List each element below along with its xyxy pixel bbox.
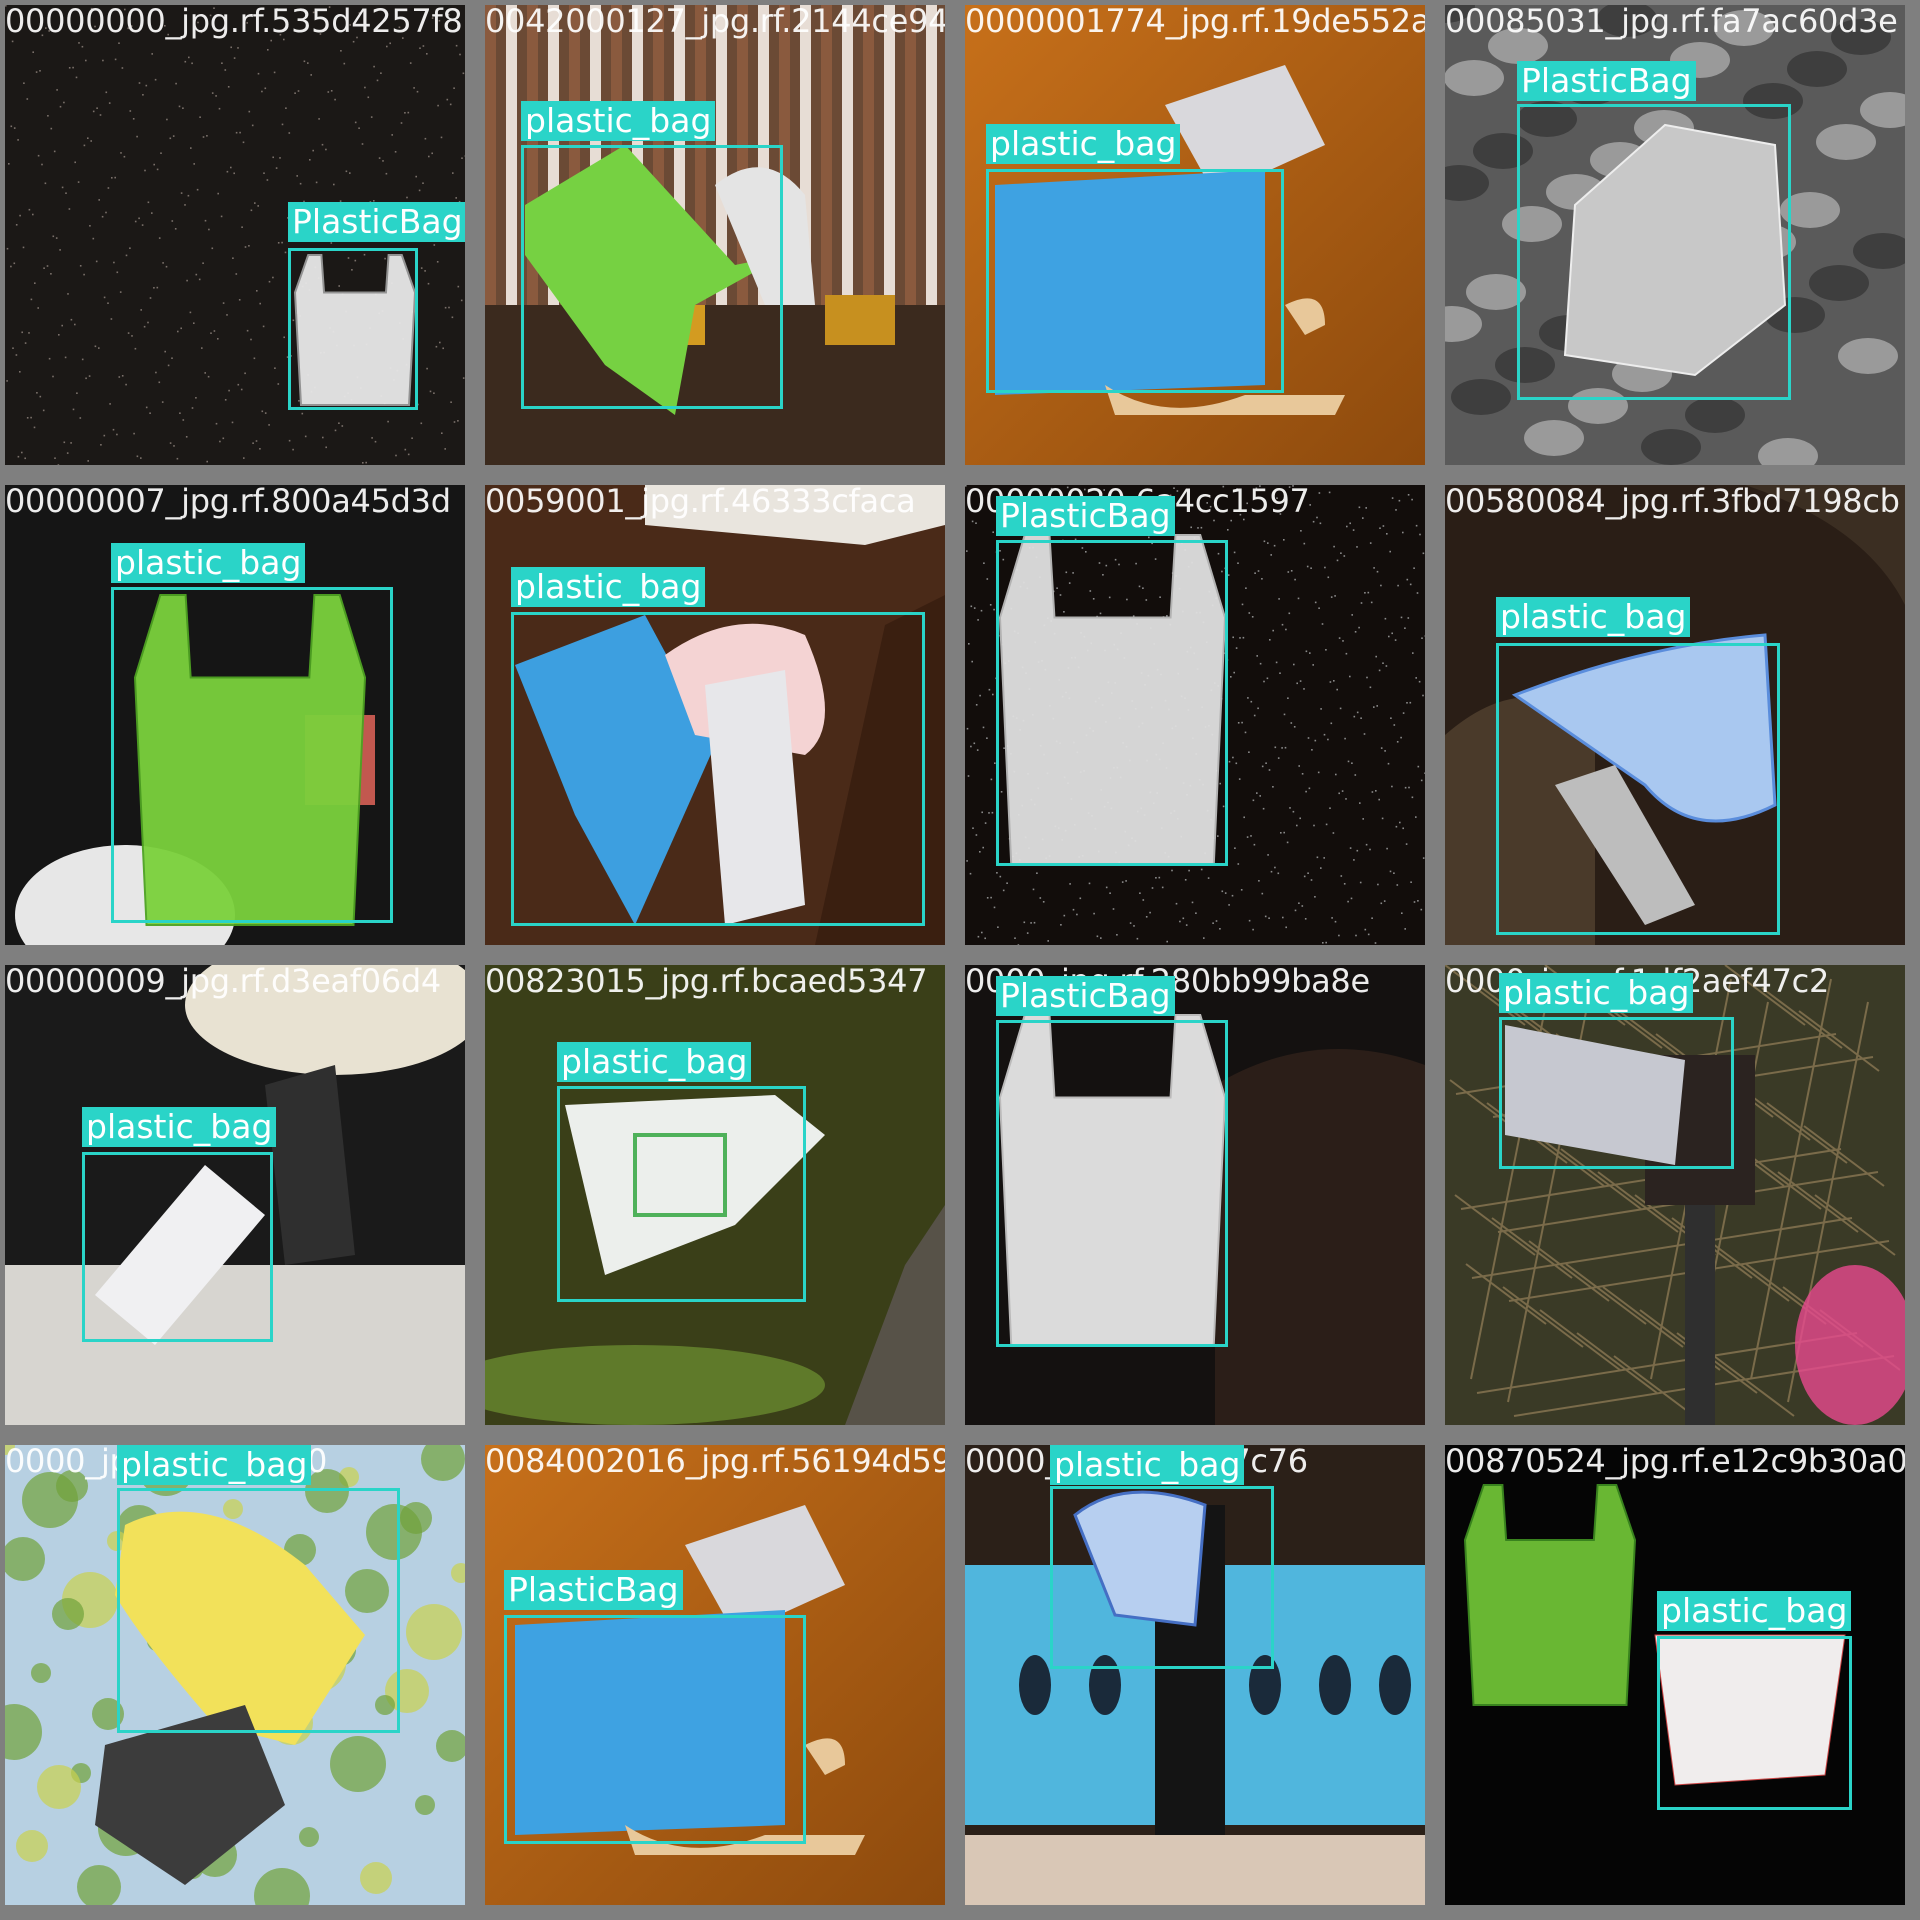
- image-tile: 0059001_jpg.rf.46333cfaca plastic_bag: [485, 485, 945, 945]
- class-label: plastic_bag: [111, 543, 306, 583]
- bounding-box: [996, 540, 1228, 866]
- image-tile: 00870524_jpg.rf.e12c9b30a0 plastic_bag: [1445, 1445, 1905, 1905]
- image-tile: 0000_jpg.rf.28ae8c0plastic_bag: [5, 1445, 465, 1905]
- filename-caption: 00000007_jpg.rf.800a45d3d: [5, 485, 451, 520]
- class-label: PlasticBag: [1517, 61, 1696, 101]
- filename-caption: 00823015_jpg.rf.bcaed5347: [485, 965, 928, 1000]
- filename-caption: 00000000_jpg.rf.535d4257f8: [5, 5, 463, 40]
- image-grid: 00000000_jpg.rf.535d4257f8 PlasticBag 004…: [0, 0, 1920, 1920]
- image-tile: 00823015_jpg.rf.bcaed5347 plastic_bag: [485, 965, 945, 1425]
- filename-caption: 0000001774_jpg.rf.19de552aea8: [965, 5, 1425, 40]
- class-label: PlasticBag: [996, 496, 1175, 536]
- bounding-box: [996, 1020, 1228, 1347]
- filename-caption: 0042000127_jpg.rf.2144ce943a: [485, 5, 945, 40]
- bounding-box: [511, 612, 925, 926]
- image-tile: 00000007_jpg.rf.800a45d3d plastic_bag: [5, 485, 465, 945]
- image-tile: 0000_jpg.rf.280bb99ba8ePlasticBag: [965, 965, 1425, 1425]
- bounding-box: [521, 145, 783, 409]
- image-tile: 0000_jpg.rf.103a7c76plastic_bag: [965, 1445, 1425, 1905]
- bounding-box: [504, 1615, 806, 1844]
- image-tile: 00000000_jpg.rf.535d4257f8 PlasticBag: [5, 5, 465, 465]
- filename-caption: 00580084_jpg.rf.3fbd7198cb: [1445, 485, 1900, 520]
- bounding-box: [288, 248, 418, 410]
- class-label: plastic_bag: [557, 1042, 752, 1082]
- bounding-box: [986, 169, 1284, 393]
- image-tile: 00085031_jpg.rf.fa7ac60d3e PlasticBag: [1445, 5, 1905, 465]
- filename-caption: 0084002016_jpg.rf.56194d593048e: [485, 1445, 945, 1480]
- image-tile: 0000001774_jpg.rf.19de552aea8 plastic_bag: [965, 5, 1425, 465]
- image-tile: 0042000127_jpg.rf.2144ce943a plastic_bag: [485, 5, 945, 465]
- class-label: plastic_bag: [1496, 597, 1691, 637]
- image-tile: 00580084_jpg.rf.3fbd7198cb plastic_bag: [1445, 485, 1905, 945]
- filename-caption: 00085031_jpg.rf.fa7ac60d3e: [1445, 5, 1898, 40]
- bounding-box: [1496, 643, 1780, 935]
- bounding-box: [111, 587, 393, 923]
- class-label: plastic_bag: [82, 1107, 277, 1147]
- filename-caption: 00000009_jpg.rf.d3eaf06d4: [5, 965, 441, 1000]
- bounding-box: [1050, 1486, 1274, 1669]
- image-tile: 0084002016_jpg.rf.56194d593048e PlasticBa…: [485, 1445, 945, 1905]
- class-label: plastic_bag: [1499, 973, 1694, 1013]
- bounding-box: [1657, 1636, 1852, 1810]
- bounding-box: [117, 1488, 400, 1733]
- class-label: plastic_bag: [521, 101, 716, 141]
- class-label: plastic_bag: [117, 1445, 312, 1485]
- filename-caption: 0059001_jpg.rf.46333cfaca: [485, 485, 916, 520]
- class-label: PlasticBag: [288, 202, 465, 242]
- class-label: plastic_bag: [511, 567, 706, 607]
- class-label: plastic_bag: [986, 124, 1181, 164]
- image-tile: 00000009_jpg.rf.d3eaf06d4 plastic_bag: [5, 965, 465, 1425]
- bounding-box: [557, 1086, 806, 1302]
- class-label: PlasticBag: [996, 976, 1175, 1016]
- class-label: plastic_bag: [1050, 1445, 1245, 1485]
- class-label: PlasticBag: [504, 1570, 683, 1610]
- class-label: plastic_bag: [1657, 1591, 1852, 1631]
- bounding-box: [82, 1152, 273, 1342]
- image-tile: 00000020.6a4cc1597PlasticBag: [965, 485, 1425, 945]
- filename-caption: 00870524_jpg.rf.e12c9b30a0: [1445, 1445, 1905, 1480]
- bounding-box: [1517, 104, 1791, 400]
- bounding-box: [1499, 1017, 1734, 1169]
- image-tile: 0000_jpg.rf.1df2aef47c2plastic_bag: [1445, 965, 1905, 1425]
